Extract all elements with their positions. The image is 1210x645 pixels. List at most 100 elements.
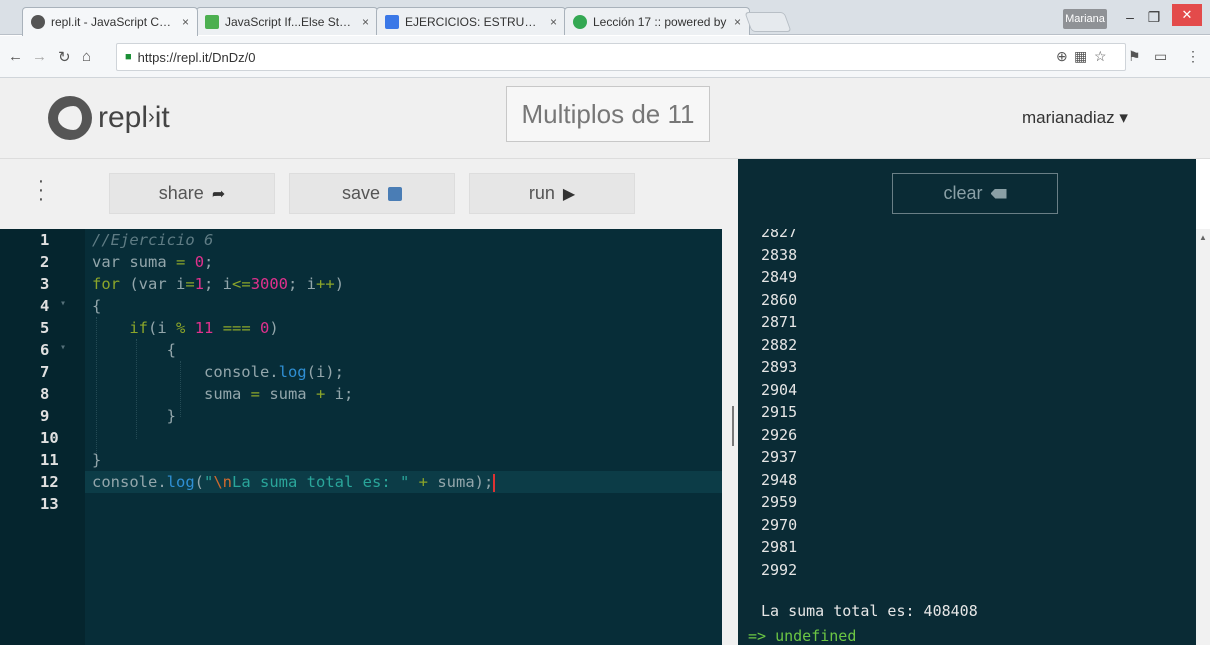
window-user-badge[interactable]: Mariana <box>1063 9 1107 29</box>
close-tab-icon[interactable]: × <box>734 15 741 29</box>
backspace-icon <box>990 188 1007 199</box>
more-options-icon[interactable]: · · · <box>36 171 46 209</box>
fold-arrow-icon[interactable]: ▾ <box>60 342 66 353</box>
close-window-icon[interactable]: ✕ <box>1172 4 1202 26</box>
code-editor[interactable]: 1 2 3 4 5 6 7 8 9 10 11 12 13 ▾ ▾ //Ejercicio 6 var … <box>0 229 722 645</box>
console-output-line: 2948 <box>761 470 798 489</box>
lock-icon: ■ <box>125 51 132 63</box>
menu-icon[interactable]: ⋮ <box>1186 48 1200 65</box>
tab-title: JavaScript If...Else Statem <box>225 14 356 29</box>
close-tab-icon[interactable]: × <box>550 15 557 29</box>
translate-icon[interactable]: ▦ <box>1074 48 1087 65</box>
pane-divider[interactable] <box>722 159 738 645</box>
reload-icon[interactable]: ↻ <box>58 48 71 66</box>
code-line: console.log(i); <box>92 363 344 381</box>
sum-output-line: La suma total es: 408408 <box>761 602 978 620</box>
share-icon: ➦ <box>211 185 226 203</box>
clear-button[interactable]: clear <box>892 173 1058 214</box>
url-text: https://repl.it/DnDz/0 <box>137 49 256 65</box>
code-line: } <box>92 451 102 469</box>
docs-favicon-icon <box>385 14 399 29</box>
code-line-active: console.log("\nLa suma total es: " + sum… <box>85 471 722 493</box>
forward-icon[interactable]: → <box>32 48 47 65</box>
line-number: 8 <box>40 385 50 403</box>
code-line: } <box>92 407 176 425</box>
console-output-line: 2882 <box>761 335 798 354</box>
w3schools-favicon-icon <box>205 14 219 29</box>
line-number: 6 <box>40 341 50 359</box>
app-header: repl›it Multiplos de 11 marianadiaz ▾ <box>0 78 1210 159</box>
new-tab-button[interactable] <box>744 12 792 32</box>
run-button[interactable]: run ▶ <box>469 173 635 214</box>
line-number: 12 <box>40 473 59 491</box>
share-label: share <box>158 183 204 203</box>
console-output-line: 2871 <box>761 313 798 331</box>
result-line: => undefined <box>748 627 857 645</box>
close-tab-icon[interactable]: × <box>362 15 369 29</box>
line-number: 3 <box>40 275 50 293</box>
cast-icon[interactable]: ▭ <box>1154 48 1167 65</box>
console-output-line: 2860 <box>761 290 798 309</box>
user-menu[interactable]: marianadiaz ▾ <box>1022 108 1128 128</box>
replit-logo[interactable]: repl›it <box>48 96 170 140</box>
line-number: 11 <box>40 451 59 469</box>
console-output-line: 2893 <box>761 358 798 376</box>
text-cursor <box>493 473 496 492</box>
browser-toolbar: ← → ↻ ⌂ ■ https://repl.it/DnDz/0 ⊕ ▦ ☆ ⚑… <box>0 36 1210 78</box>
code-line: var suma = 0; <box>92 253 214 271</box>
logo-text: repl›it <box>98 101 170 134</box>
zoom-icon[interactable]: ⊕ <box>1056 48 1068 65</box>
fold-arrow-icon[interactable]: ▾ <box>60 298 66 309</box>
home-icon[interactable]: ⌂ <box>82 48 91 65</box>
console-output-line: 2904 <box>761 380 798 399</box>
console-output[interactable]: 2827 2838 2849 2860 2871 2882 2893 2904 2915 2926… <box>738 229 1196 645</box>
browser-tab-strip: repl.it - JavaScript Comp × JavaScript I… <box>0 0 1210 36</box>
minimize-icon[interactable]: – <box>1118 6 1142 28</box>
share-button[interactable]: share ➦ <box>109 173 275 214</box>
line-number: 2 <box>40 253 50 271</box>
console-output-line: 2827 <box>761 229 798 241</box>
console-scrollbar[interactable]: ▲ <box>1196 229 1210 645</box>
replit-favicon-icon <box>31 15 45 29</box>
code-line: for (var i=1; i<=3000; i++) <box>92 275 345 293</box>
code-line: suma = suma + i; <box>92 385 354 403</box>
restore-icon[interactable]: ❐ <box>1142 6 1166 28</box>
code-line: //Ejercicio 6 <box>92 231 214 249</box>
browser-tab-docs[interactable]: EJERCICIOS: ESTRUCTUR × <box>376 7 566 35</box>
leccion-favicon-icon <box>573 14 587 29</box>
line-number: 5 <box>40 319 50 337</box>
clear-label: clear <box>943 183 983 203</box>
save-label: save <box>341 183 381 203</box>
project-title[interactable]: Multiplos de 11 <box>506 86 710 142</box>
line-number: 13 <box>40 495 59 513</box>
console-output-line: 2937 <box>761 448 798 466</box>
line-number: 4 <box>40 297 50 315</box>
console-output-line: 2992 <box>761 560 798 579</box>
play-icon: ▶ <box>562 185 576 203</box>
browser-tab-leccion[interactable]: Lección 17 :: powered by × <box>564 7 750 35</box>
save-button[interactable]: save <box>289 173 455 214</box>
console-output-line: 2915 <box>761 403 798 421</box>
console-output-line: 2838 <box>761 245 798 264</box>
code-line: { <box>92 297 102 315</box>
scroll-up-icon[interactable]: ▲ <box>1199 233 1207 242</box>
console-output-line: 2849 <box>761 268 798 286</box>
close-tab-icon[interactable]: × <box>182 15 189 29</box>
console-output-line: 2926 <box>761 425 798 444</box>
line-number: 7 <box>40 363 50 381</box>
bookmark-star-icon[interactable]: ☆ <box>1094 48 1107 65</box>
address-bar[interactable]: ■ https://repl.it/DnDz/0 <box>116 43 1126 71</box>
code-line: { <box>92 341 176 359</box>
back-icon[interactable]: ← <box>8 48 23 65</box>
console-output-line: 2970 <box>761 515 798 534</box>
tab-title: repl.it - JavaScript Comp <box>51 15 176 29</box>
browser-tab-replit[interactable]: repl.it - JavaScript Comp × <box>22 7 198 36</box>
browser-tab-w3schools[interactable]: JavaScript If...Else Statem × <box>196 7 378 35</box>
save-disk-icon <box>388 186 403 201</box>
line-number: 9 <box>40 407 50 425</box>
code-line: if(i % 11 === 0) <box>129 319 279 337</box>
line-number: 1 <box>40 231 50 249</box>
run-label: run <box>528 183 555 203</box>
extension-icon[interactable]: ⚑ <box>1128 48 1141 65</box>
resize-handle[interactable] <box>732 406 734 446</box>
